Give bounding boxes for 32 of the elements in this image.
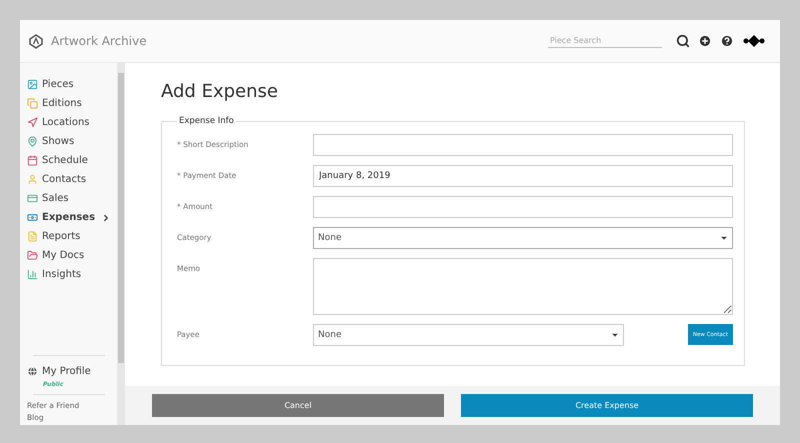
memo-field[interactable] [313, 258, 733, 315]
sidebar-item[interactable]: My Profile [27, 362, 117, 381]
section-title: Expense Info [178, 116, 235, 126]
sidebar-item[interactable]: Schedule [27, 151, 117, 170]
select-field[interactable]: None [313, 227, 733, 249]
sidebar-item[interactable]: Insights [27, 265, 117, 284]
sidebar-item[interactable]: Pieces [27, 75, 117, 94]
search-icon[interactable] [676, 34, 690, 48]
input-field[interactable] [313, 196, 733, 218]
globe-icon [27, 366, 38, 377]
sidebar-item[interactable]: Sales [27, 189, 117, 208]
diamond-logo-icon[interactable] [742, 34, 766, 48]
cancel-button[interactable]: Cancel [152, 394, 444, 417]
sidebar-item[interactable]: Contacts [27, 170, 117, 189]
sidebar-item[interactable]: Shows [27, 132, 117, 151]
sidebar-item[interactable]: Editions [27, 94, 117, 113]
add-icon[interactable] [698, 34, 712, 48]
sidebar-item[interactable]: Reports [27, 227, 117, 246]
sidebar-item[interactable]: My Docs [27, 246, 117, 265]
help-icon[interactable] [720, 34, 734, 48]
logo-icon [29, 34, 43, 48]
caret-icon [720, 234, 728, 242]
sidebar-item[interactable]: Locations [27, 113, 117, 132]
create-button[interactable]: Create Expense [461, 394, 753, 417]
page-title: Add Expense [161, 81, 279, 102]
select-field[interactable]: None [313, 324, 624, 346]
brand-name: Artwork Archive [51, 34, 147, 48]
input-field[interactable] [313, 134, 733, 156]
caret-icon [611, 331, 619, 339]
chevron-icon [101, 212, 111, 222]
sidebar-item[interactable]: Expenses [27, 208, 117, 227]
search-field[interactable]: Piece Search [548, 34, 662, 48]
